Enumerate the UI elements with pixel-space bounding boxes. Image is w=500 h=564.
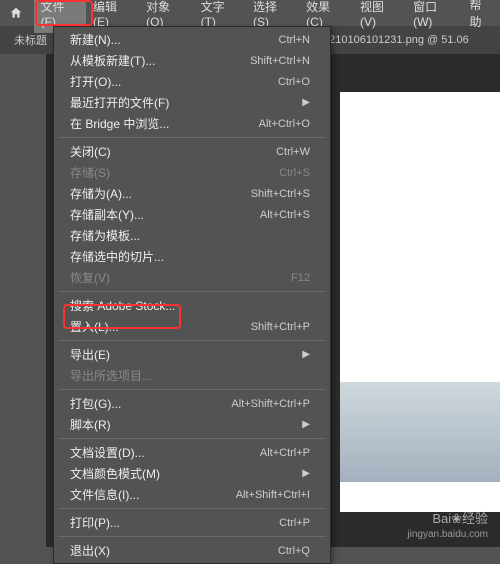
home-icon[interactable]	[6, 3, 26, 23]
menu-item-label: 在 Bridge 中浏览...	[70, 115, 169, 132]
menu-item: 存储(S) Ctrl+S	[54, 162, 330, 183]
menu-item-label: 存储副本(Y)...	[70, 206, 144, 223]
menu-item: 恢复(V) F12	[54, 267, 330, 288]
menu-item-shortcut: Shift+Ctrl+S	[251, 188, 310, 200]
menu-item-shortcut: Alt+Ctrl+O	[259, 118, 310, 130]
menu-item-shortcut: F12	[291, 272, 310, 284]
menu-separator	[58, 536, 326, 537]
menu-item-shortcut: Shift+Ctrl+P	[251, 321, 310, 333]
menu-item-shortcut: Alt+Shift+Ctrl+P	[231, 398, 310, 410]
menu-item-shortcut: Ctrl+P	[279, 517, 310, 529]
menu-item[interactable]: 打包(G)... Alt+Shift+Ctrl+P	[54, 393, 330, 414]
chevron-right-icon: ▶	[302, 349, 310, 360]
document-artboard	[340, 92, 500, 512]
menu-item[interactable]: 置入(L)... Shift+Ctrl+P	[54, 316, 330, 337]
menu-separator	[58, 137, 326, 138]
menu-separator	[58, 389, 326, 390]
menu-item-label: 搜索 Adobe Stock...	[70, 297, 175, 314]
menu-item-shortcut: Ctrl+O	[278, 76, 310, 88]
menu-item[interactable]: 文件信息(I)... Alt+Shift+Ctrl+I	[54, 484, 330, 505]
menu-item-label: 文件信息(I)...	[70, 486, 139, 503]
menu-item-shortcut: Ctrl+N	[279, 34, 310, 46]
chevron-right-icon: ▶	[302, 97, 310, 108]
menu-item-shortcut: Alt+Ctrl+S	[260, 209, 310, 221]
menu-separator	[58, 438, 326, 439]
menu-item[interactable]: 在 Bridge 中浏览... Alt+Ctrl+O	[54, 113, 330, 134]
toolbar	[0, 54, 46, 547]
menu-item-label: 退出(X)	[70, 542, 110, 559]
menu-item-shortcut: Ctrl+W	[276, 146, 310, 158]
menu-item-label: 脚本(R)	[70, 416, 111, 433]
menu-item-shortcut: Shift+Ctrl+N	[250, 55, 310, 67]
menu-item[interactable]: 文档颜色模式(M) ▶	[54, 463, 330, 484]
menu-item-shortcut: Ctrl+S	[279, 167, 310, 179]
menu-item-label: 存储为模板...	[70, 227, 140, 244]
menu-item[interactable]: 存储为模板...	[54, 225, 330, 246]
menu-item-label: 打包(G)...	[70, 395, 121, 412]
chevron-right-icon: ▶	[302, 468, 310, 479]
menu-item[interactable]: 脚本(R) ▶	[54, 414, 330, 435]
file-menu-dropdown: 新建(N)... Ctrl+N 从模板新建(T)... Shift+Ctrl+N 打开(…	[53, 26, 331, 564]
menu-separator	[58, 340, 326, 341]
tab-untitled[interactable]: 未标题	[6, 28, 55, 52]
menu-item-label: 打开(O)...	[70, 73, 121, 90]
menu-window[interactable]: 窗口(W)	[406, 0, 462, 33]
menu-item-shortcut: Alt+Ctrl+P	[260, 447, 310, 459]
menu-separator	[58, 291, 326, 292]
watermark: Bai❀经验 jingyan.baidu.com	[407, 511, 488, 541]
menu-item-label: 从模板新建(T)...	[70, 52, 155, 69]
menu-item-label: 置入(L)...	[70, 318, 119, 335]
menu-item[interactable]: 搜索 Adobe Stock...	[54, 295, 330, 316]
menu-item-shortcut: Alt+Shift+Ctrl+I	[236, 489, 310, 501]
menu-item-label: 打印(P)...	[70, 514, 120, 531]
menu-item[interactable]: 关闭(C) Ctrl+W	[54, 141, 330, 162]
menu-item[interactable]: 导出(E) ▶	[54, 344, 330, 365]
menu-item-label: 文档设置(D)...	[70, 444, 145, 461]
menu-separator	[58, 508, 326, 509]
menu-item-label: 最近打开的文件(F)	[70, 94, 169, 111]
tab-filename[interactable]: 0210106101231.png @ 51.06	[315, 30, 477, 50]
menu-item[interactable]: 打开(O)... Ctrl+O	[54, 71, 330, 92]
menu-item-label: 新建(N)...	[70, 31, 121, 48]
watermark-brand: Bai❀经验	[407, 511, 488, 528]
watermark-url: jingyan.baidu.com	[407, 528, 488, 541]
menu-item[interactable]: 从模板新建(T)... Shift+Ctrl+N	[54, 50, 330, 71]
menu-item-label: 关闭(C)	[70, 143, 111, 160]
menu-item-label: 导出(E)	[70, 346, 110, 363]
menu-item[interactable]: 退出(X) Ctrl+Q	[54, 540, 330, 561]
menu-item[interactable]: 打印(P)... Ctrl+P	[54, 512, 330, 533]
chevron-right-icon: ▶	[302, 419, 310, 430]
menu-item[interactable]: 存储为(A)... Shift+Ctrl+S	[54, 183, 330, 204]
menu-help[interactable]: 帮助	[462, 0, 500, 34]
menu-item-label: 存储(S)	[70, 164, 110, 181]
menubar: 文件(F) 编辑(E) 对象(O) 文字(T) 选择(S) 效果(C) 视图(V…	[0, 0, 500, 26]
menu-item[interactable]: 存储选中的切片...	[54, 246, 330, 267]
menu-item: 导出所选项目...	[54, 365, 330, 386]
menu-item-label: 存储选中的切片...	[70, 248, 164, 265]
menu-item-label: 文档颜色模式(M)	[70, 465, 160, 482]
menu-item[interactable]: 最近打开的文件(F) ▶	[54, 92, 330, 113]
placed-image	[340, 382, 500, 482]
menu-item-label: 恢复(V)	[70, 269, 110, 286]
menu-item-shortcut: Ctrl+Q	[278, 545, 310, 557]
menu-item[interactable]: 新建(N)... Ctrl+N	[54, 29, 330, 50]
menu-view[interactable]: 视图(V)	[353, 0, 406, 33]
menu-item-label: 存储为(A)...	[70, 185, 132, 202]
menu-item[interactable]: 文档设置(D)... Alt+Ctrl+P	[54, 442, 330, 463]
menu-item[interactable]: 存储副本(Y)... Alt+Ctrl+S	[54, 204, 330, 225]
menu-item-label: 导出所选项目...	[70, 367, 152, 384]
